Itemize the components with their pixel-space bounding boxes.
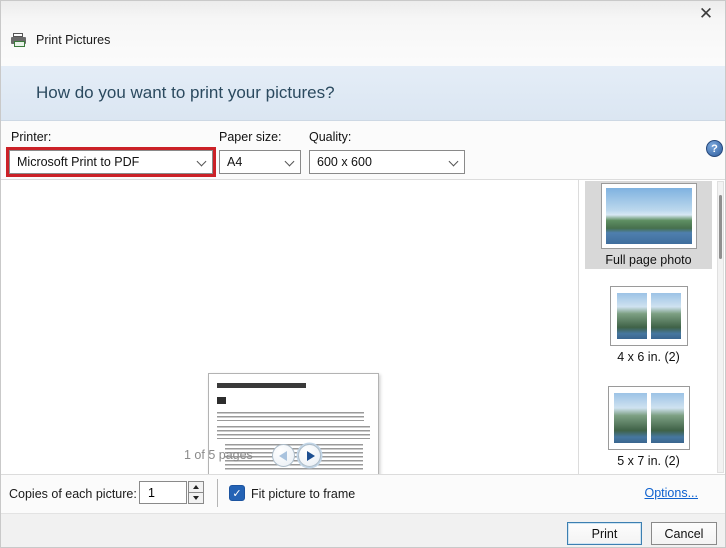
- layout-option-full-page[interactable]: Full page photo: [585, 181, 712, 269]
- full-page-thumbnail: [600, 183, 697, 249]
- title-bar: ✕ Print Pictures: [1, 1, 725, 66]
- 4x6-thumbnail: [609, 286, 688, 346]
- divider: [217, 479, 218, 507]
- question-text: How do you want to print your pictures?: [36, 83, 335, 102]
- divider: [578, 180, 579, 474]
- layout-option-5x7[interactable]: 5 x 7 in. (2): [585, 386, 712, 468]
- quality-label: Quality:: [309, 130, 352, 144]
- copies-decrement-button[interactable]: [188, 493, 204, 504]
- button-band: Print Cancel: [1, 513, 725, 547]
- paper-size-value: A4: [227, 155, 243, 169]
- scrollbar-thumb[interactable]: [719, 195, 722, 259]
- printer-label: Printer:: [11, 130, 52, 144]
- fit-picture-checkbox[interactable]: [229, 485, 245, 501]
- copies-stepper: [139, 481, 204, 504]
- print-pictures-icon: [11, 32, 28, 48]
- arrow-up-icon: [193, 485, 199, 489]
- copies-input[interactable]: [139, 481, 187, 504]
- chevron-down-icon: [197, 158, 205, 166]
- layout-label: Full page photo: [605, 253, 692, 267]
- close-icon[interactable]: ✕: [695, 3, 717, 25]
- copies-label: Copies of each picture:: [9, 487, 137, 501]
- arrow-left-icon: [278, 450, 287, 461]
- printer-value: Microsoft Print to PDF: [17, 155, 140, 169]
- previous-page-button[interactable]: [272, 444, 295, 467]
- question-band: How do you want to print your pictures?: [1, 66, 725, 121]
- next-page-button[interactable]: [298, 444, 321, 467]
- layout-label: 4 x 6 in. (2): [617, 350, 680, 364]
- footer-controls: Copies of each picture: Fit picture to f…: [1, 475, 725, 513]
- paper-size-select[interactable]: A4: [219, 150, 301, 174]
- window-title: Print Pictures: [36, 33, 111, 47]
- help-icon[interactable]: ?: [706, 140, 723, 157]
- print-pictures-dialog: ✕ Print Pictures How do you want to prin…: [0, 0, 726, 548]
- layout-option-4x6[interactable]: 4 x 6 in. (2): [585, 286, 712, 364]
- options-link[interactable]: Options...: [645, 486, 699, 500]
- quality-value: 600 x 600: [317, 155, 372, 169]
- chevron-down-icon: [449, 158, 457, 166]
- arrow-down-icon: [193, 496, 199, 500]
- doc-logo: [217, 396, 226, 404]
- print-button[interactable]: Print: [567, 522, 642, 545]
- chevron-down-icon: [285, 158, 293, 166]
- page-status: 1 of 5 pages: [184, 448, 253, 462]
- paper-size-label: Paper size:: [219, 130, 282, 144]
- layout-label: 5 x 7 in. (2): [617, 454, 680, 468]
- doc-title-line: [217, 383, 306, 388]
- printer-select[interactable]: Microsoft Print to PDF: [9, 150, 213, 174]
- quality-select[interactable]: 600 x 600: [309, 150, 465, 174]
- 5x7-thumbnail: [607, 386, 690, 450]
- cancel-button[interactable]: Cancel: [651, 522, 717, 545]
- fit-picture-label: Fit picture to frame: [251, 487, 356, 501]
- copies-increment-button[interactable]: [188, 481, 204, 493]
- layouts-scrollbar[interactable]: [717, 181, 724, 473]
- arrow-right-icon: [306, 450, 315, 461]
